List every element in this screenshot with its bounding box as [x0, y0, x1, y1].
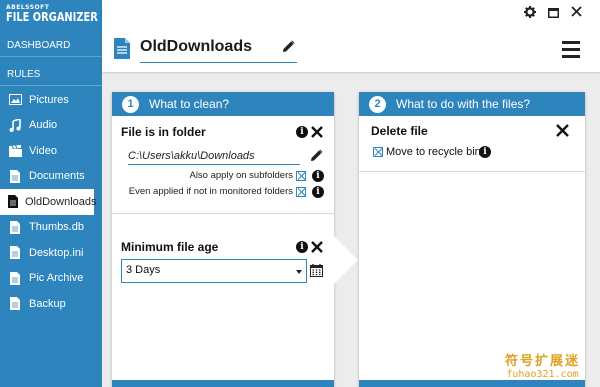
option-recycle-label: Move to recycle bin: [386, 146, 481, 158]
sidebar-dashboard[interactable]: DASHBOARD: [0, 35, 102, 57]
sidebar-item-label: Documents: [29, 170, 85, 183]
maximize-icon[interactable]: [548, 7, 559, 21]
next-panel-edge: [112, 380, 334, 387]
watermark-url: fuhao321.com: [506, 369, 579, 380]
subfolders-checkbox[interactable]: [296, 170, 306, 181]
menu-icon[interactable]: [562, 41, 580, 62]
rule-name-title[interactable]: OldDownloads: [140, 38, 252, 56]
watermark-text: 符号扩展迷: [505, 354, 581, 369]
conditions-panel: 1 What to clean? File is in folder i C:\…: [112, 92, 334, 387]
age-select[interactable]: 3 Days: [121, 259, 307, 283]
remove-condition-icon[interactable]: [311, 241, 323, 256]
folder-condition: File is in folder i C:\Users\akku\Downlo…: [112, 116, 334, 214]
age-condition-title: Minimum file age: [121, 240, 219, 254]
music-note-icon: [8, 118, 22, 132]
remove-action-icon[interactable]: [556, 124, 569, 140]
document-icon: [114, 38, 130, 62]
sidebar-item-thumbs-db[interactable]: Thumbs.db: [0, 215, 102, 241]
recycle-bin-checkbox[interactable]: [373, 147, 383, 157]
document-icon: [8, 246, 22, 260]
sidebar-item-audio[interactable]: Audio: [0, 113, 102, 139]
sidebar-item-label: Audio: [29, 119, 58, 132]
gear-icon[interactable]: [524, 6, 536, 21]
sidebar-item-video[interactable]: Video: [0, 138, 102, 164]
document-icon: [8, 220, 22, 234]
info-icon[interactable]: i: [296, 126, 308, 138]
sidebar-item-label: Pictures: [29, 93, 69, 106]
option-monitored-label: Even applied if not in monitored folders: [128, 186, 293, 197]
clapperboard-icon: [8, 144, 22, 158]
sidebar-item-pictures[interactable]: Pictures: [0, 87, 102, 113]
option-subfolders[interactable]: Also apply on subfolders: [189, 170, 306, 181]
folder-path-underline: [128, 164, 300, 165]
divider: [359, 171, 585, 172]
actions-panel-header: 2 What to do with the files?: [359, 92, 585, 116]
age-condition: Minimum file age i: [112, 214, 334, 264]
folder-path-input[interactable]: C:\Users\akku\Downloads: [128, 150, 255, 162]
age-select-value: 3 Days: [126, 264, 161, 276]
rule-header: OldDownloads: [102, 0, 600, 72]
info-icon[interactable]: i: [479, 146, 491, 158]
sidebar-item-label: Pic Archive: [29, 272, 84, 285]
flow-arrow: [334, 236, 358, 284]
folder-condition-title: File is in folder: [121, 125, 206, 139]
step-number: 1: [122, 95, 139, 113]
action-title: Delete file: [371, 124, 428, 138]
conditions-panel-title: What to clean?: [149, 97, 230, 111]
sidebar: ABELSSOFT FILE ORGANIZER DASHBOARD RULES…: [0, 0, 102, 387]
calendar-icon[interactable]: [310, 264, 323, 280]
document-icon: [8, 169, 22, 183]
edit-pencil-icon[interactable]: [282, 40, 295, 56]
info-icon[interactable]: i: [312, 170, 324, 182]
edit-pencil-icon[interactable]: [310, 149, 323, 165]
rules-list: Pictures Audio Video Documents OldDownlo…: [0, 87, 102, 317]
sidebar-item-label: Thumbs.db: [29, 221, 85, 234]
sidebar-item-pic-archive[interactable]: Pic Archive: [0, 266, 102, 292]
monitored-checkbox[interactable]: [296, 186, 306, 197]
remove-condition-icon[interactable]: [311, 126, 323, 141]
info-icon[interactable]: i: [312, 186, 324, 198]
info-icon[interactable]: i: [296, 241, 308, 253]
sidebar-item-backup[interactable]: Backup: [0, 291, 102, 317]
app-logo: ABELSSOFT FILE ORGANIZER: [6, 4, 100, 24]
actions-panel: 2 What to do with the files? Delete file…: [359, 92, 585, 387]
document-icon: [8, 195, 18, 209]
step-number: 2: [369, 95, 386, 113]
chevron-down-icon: [296, 270, 302, 274]
sidebar-item-label: Video: [29, 144, 57, 157]
document-icon: [8, 297, 22, 311]
document-icon: [8, 271, 22, 285]
watermark: 符号扩展迷 fuhao321.com: [505, 350, 580, 380]
option-monitored[interactable]: Even applied if not in monitored folders: [129, 186, 306, 197]
sidebar-item-label: Backup: [29, 297, 66, 310]
close-window-icon[interactable]: [571, 6, 582, 20]
sidebar-rules-heading: RULES: [0, 64, 102, 86]
option-recycle-bin[interactable]: Move to recycle bin: [373, 146, 481, 158]
rule-name-underline: [140, 62, 297, 63]
option-subfolders-label: Also apply on subfolders: [189, 170, 293, 181]
sidebar-item-desktop-ini[interactable]: Desktop.ini: [0, 240, 102, 266]
next-panel-edge: [359, 380, 585, 387]
sidebar-item-documents[interactable]: Documents: [0, 164, 102, 190]
actions-panel-title: What to do with the files?: [396, 97, 531, 111]
conditions-panel-header: 1 What to clean?: [112, 92, 334, 116]
logo-product: FILE ORGANIZER: [6, 10, 98, 24]
image-icon: [8, 93, 22, 107]
sidebar-item-olddownloads[interactable]: OldDownloads: [0, 189, 97, 215]
sidebar-item-label: OldDownloads: [25, 195, 97, 208]
sidebar-item-label: Desktop.ini: [29, 246, 84, 259]
